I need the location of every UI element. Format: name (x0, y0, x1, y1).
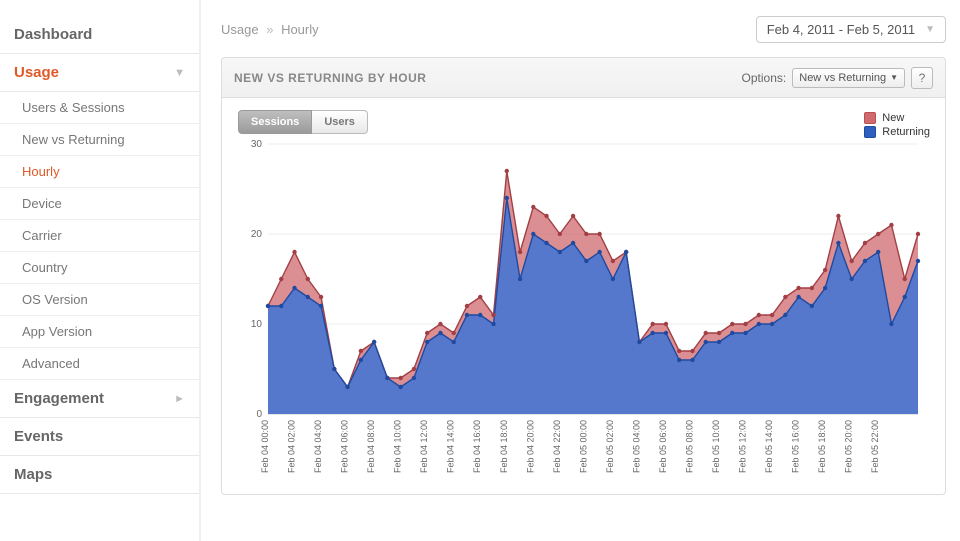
tab-label: Sessions (251, 116, 299, 128)
subnav-label: Advanced (22, 356, 80, 371)
chevron-down-icon: ▼ (925, 24, 935, 35)
svg-text:Feb 05 10:00: Feb 05 10:00 (711, 420, 721, 473)
date-range-picker[interactable]: Feb 4, 2011 - Feb 5, 2011 ▼ (756, 16, 946, 43)
subnav-country[interactable]: Country (0, 252, 199, 284)
svg-text:Feb 05 20:00: Feb 05 20:00 (844, 420, 854, 473)
subnav-label: Carrier (22, 228, 62, 243)
nav-dashboard-label: Dashboard (14, 26, 92, 43)
subnav-label: Country (22, 260, 68, 275)
svg-text:Feb 04 16:00: Feb 04 16:00 (472, 420, 482, 473)
svg-text:Feb 05 16:00: Feb 05 16:00 (791, 420, 801, 473)
subnav-label: OS Version (22, 292, 88, 307)
subnav-users-sessions[interactable]: Users & Sessions (0, 92, 199, 124)
svg-text:Feb 05 08:00: Feb 05 08:00 (684, 420, 694, 473)
svg-text:Feb 04 18:00: Feb 04 18:00 (499, 420, 509, 473)
svg-text:Feb 04 04:00: Feb 04 04:00 (313, 420, 323, 473)
svg-text:Feb 04 22:00: Feb 04 22:00 (552, 420, 562, 473)
svg-text:Feb 05 22:00: Feb 05 22:00 (870, 420, 880, 473)
svg-text:0: 0 (256, 409, 262, 420)
legend-swatch-new (864, 112, 876, 124)
main-content: Usage » Hourly Feb 4, 2011 - Feb 5, 2011… (201, 0, 960, 541)
svg-text:Feb 05 02:00: Feb 05 02:00 (605, 420, 615, 473)
subnav-carrier[interactable]: Carrier (0, 220, 199, 252)
subnav-hourly[interactable]: Hourly (0, 156, 199, 188)
chevron-right-icon: ► (174, 393, 185, 405)
svg-text:Feb 05 00:00: Feb 05 00:00 (578, 420, 588, 473)
svg-text:Feb 05 06:00: Feb 05 06:00 (658, 420, 668, 473)
subnav-app-version[interactable]: App Version (0, 316, 199, 348)
nav-maps[interactable]: Maps (0, 456, 199, 494)
svg-text:Feb 04 12:00: Feb 04 12:00 (419, 420, 429, 473)
tab-users[interactable]: Users (312, 110, 368, 134)
chart-panel: NEW VS RETURNING BY HOUR Options: New vs… (221, 57, 946, 495)
options-label: Options: (742, 71, 787, 85)
svg-text:Feb 04 20:00: Feb 04 20:00 (525, 420, 535, 473)
usage-submenu: Users & Sessions New vs Returning Hourly… (0, 92, 199, 380)
tab-label: Users (324, 116, 355, 128)
subnav-label: Users & Sessions (22, 100, 125, 115)
subnav-advanced[interactable]: Advanced (0, 348, 199, 380)
subnav-label: App Version (22, 324, 92, 339)
tab-sessions[interactable]: Sessions (238, 110, 312, 134)
nav-maps-label: Maps (14, 466, 52, 483)
svg-text:Feb 04 08:00: Feb 04 08:00 (366, 420, 376, 473)
svg-text:20: 20 (251, 229, 263, 240)
subnav-device[interactable]: Device (0, 188, 199, 220)
metric-select-value: New vs Returning (799, 72, 886, 84)
breadcrumb-root[interactable]: Usage (221, 22, 259, 37)
svg-text:30: 30 (251, 139, 263, 150)
nav-events-label: Events (14, 428, 63, 445)
help-button[interactable]: ? (911, 67, 933, 89)
chevron-down-icon: ▼ (890, 73, 898, 82)
nav-engagement[interactable]: Engagement ► (0, 380, 199, 418)
sidebar-nav: Dashboard Usage ▼ Users & Sessions New v… (0, 0, 201, 541)
svg-text:Feb 04 14:00: Feb 04 14:00 (446, 420, 456, 473)
hourly-chart: 0 10 20 30 Feb 04 00:00 Feb 04 02:00 Feb 04 04… (238, 134, 928, 489)
legend-new-label: New (882, 112, 904, 124)
svg-text:Feb 04 02:00: Feb 04 02:00 (287, 420, 297, 473)
subnav-label: New vs Returning (22, 132, 125, 147)
svg-text:Feb 04 06:00: Feb 04 06:00 (340, 420, 350, 473)
svg-text:Feb 04 00:00: Feb 04 00:00 (260, 420, 270, 473)
nav-events[interactable]: Events (0, 418, 199, 456)
subnav-label: Device (22, 196, 62, 211)
breadcrumb-leaf: Hourly (281, 22, 319, 37)
panel-title: NEW VS RETURNING BY HOUR (234, 71, 426, 85)
nav-dashboard[interactable]: Dashboard (0, 16, 199, 54)
date-range-label: Feb 4, 2011 - Feb 5, 2011 (767, 22, 915, 37)
svg-text:10: 10 (251, 319, 263, 330)
svg-text:Feb 05 04:00: Feb 05 04:00 (631, 420, 641, 473)
metric-select[interactable]: New vs Returning ▼ (792, 68, 905, 88)
subnav-os-version[interactable]: OS Version (0, 284, 199, 316)
breadcrumb-separator-icon: » (266, 22, 273, 37)
svg-text:Feb 05 18:00: Feb 05 18:00 (817, 420, 827, 473)
nav-usage-label: Usage (14, 64, 59, 81)
svg-text:Feb 04 10:00: Feb 04 10:00 (393, 420, 403, 473)
nav-usage[interactable]: Usage ▼ (0, 54, 199, 92)
breadcrumb: Usage » Hourly (221, 22, 319, 37)
svg-text:Feb 05 14:00: Feb 05 14:00 (764, 420, 774, 473)
chevron-down-icon: ▼ (174, 67, 185, 79)
svg-text:Feb 05 12:00: Feb 05 12:00 (738, 420, 748, 473)
subnav-label: Hourly (22, 164, 60, 179)
subnav-new-vs-returning[interactable]: New vs Returning (0, 124, 199, 156)
nav-engagement-label: Engagement (14, 390, 104, 407)
